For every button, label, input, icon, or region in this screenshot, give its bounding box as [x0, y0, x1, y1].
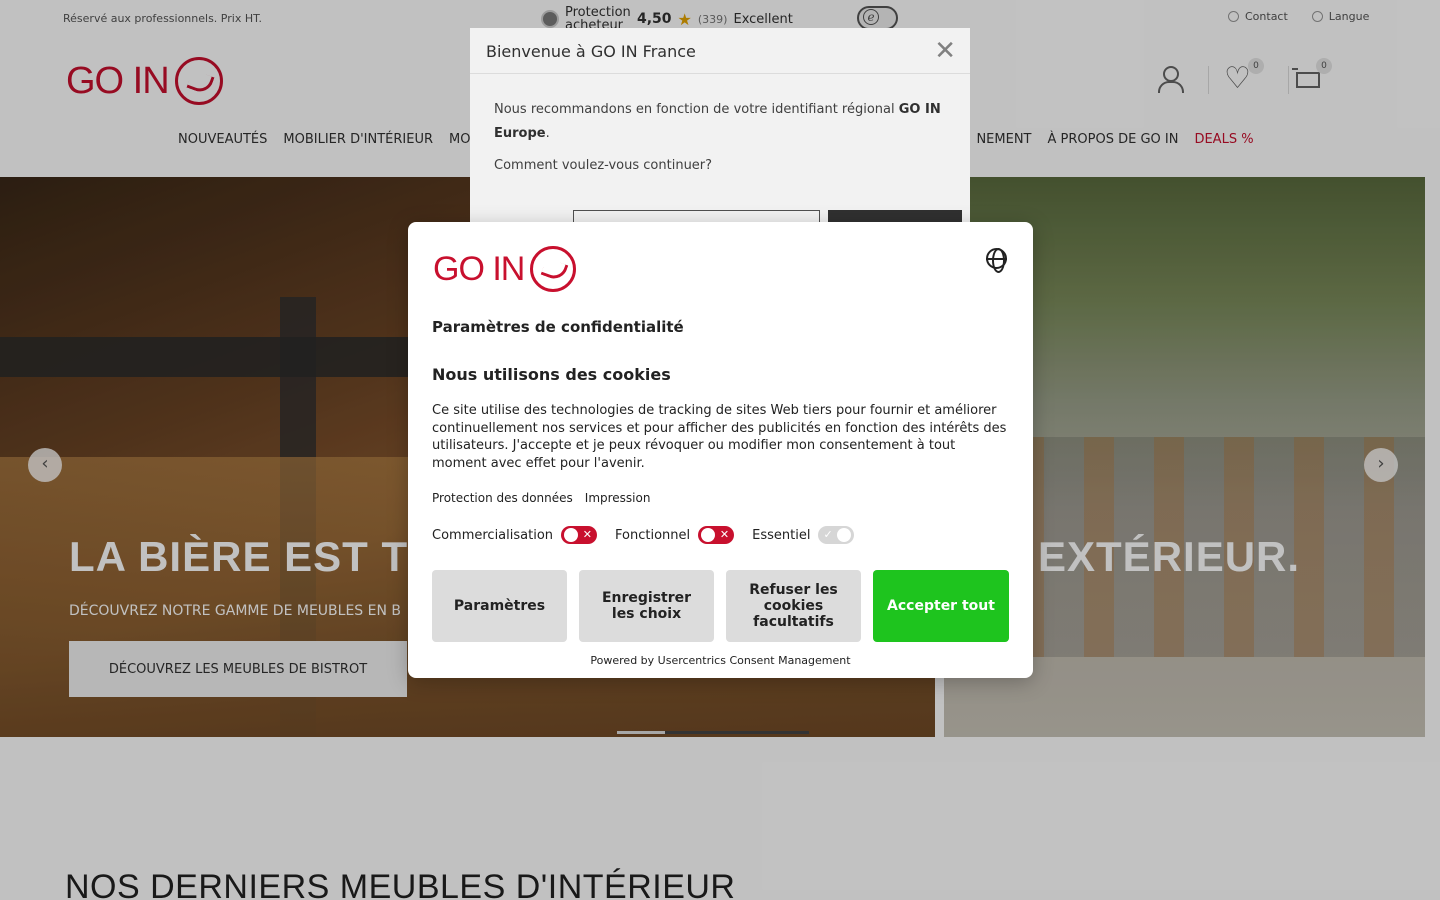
toggle-essential-switch: ✓: [818, 526, 855, 544]
cookie-heading: Paramètres de confidentialité: [432, 318, 684, 336]
cookie-consent-dialog: GO IN Paramètres de confidentialité Nous…: [408, 222, 1033, 678]
cookie-subheading: Nous utilisons des cookies: [432, 365, 671, 384]
cookie-logo-text: GO IN: [433, 249, 525, 288]
toggle-functional-switch[interactable]: ✕: [698, 526, 735, 544]
imprint-link[interactable]: Impression: [585, 491, 651, 505]
privacy-link[interactable]: Protection des données: [432, 491, 573, 505]
toggle-marketing-label: Commercialisation: [432, 527, 554, 543]
toggle-essential-label: Essentiel: [752, 527, 811, 543]
toggle-functional-label: Fonctionnel: [615, 527, 691, 543]
refuse-optional-button[interactable]: Refuser les cookies facultatifs: [726, 570, 861, 642]
settings-button[interactable]: Paramètres: [432, 570, 567, 642]
logo-mark-icon: [530, 246, 577, 292]
powered-by: Powered by Usercentrics Consent Manageme…: [590, 654, 851, 667]
cookie-description: Ce site utilise des technologies de trac…: [432, 403, 1007, 472]
cookie-logo: GO IN: [433, 246, 577, 292]
toggle-marketing-switch[interactable]: ✕: [561, 526, 598, 544]
save-choices-button[interactable]: Enregistrer les choix: [579, 570, 714, 642]
accept-all-button[interactable]: Accepter tout: [873, 570, 1009, 642]
language-globe-icon[interactable]: [986, 248, 1007, 273]
